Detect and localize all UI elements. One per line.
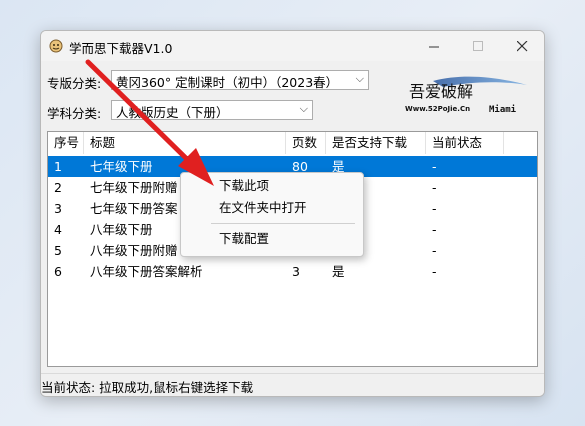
cell-pages: 3 [292,264,300,279]
status-bar: 当前状态: 拉取成功,鼠标右键选择下载 [41,373,544,396]
logo: 吾爱破解 Www.52PoJie.Cn Miami [405,76,527,115]
header-status[interactable]: 当前状态 [426,132,504,154]
app-icon [49,39,63,53]
chevron-down-icon: ⌵ [299,102,308,115]
header-downloadable[interactable]: 是否支持下载 [326,132,426,154]
subject-value: 人教版历史（下册） [116,105,229,120]
cell-status: - [432,264,437,279]
menu-item-open-folder[interactable]: 在文件夹中打开 [181,197,363,219]
menu-item-download-settings[interactable]: 下载配置 [181,228,363,250]
header-pages[interactable]: 页数 [286,132,326,154]
maximize-button[interactable] [456,31,500,61]
minimize-icon [428,46,439,47]
cell-index: 2 [54,180,62,195]
cell-index: 6 [54,264,62,279]
cell-status: - [432,222,437,237]
cell-status: - [432,201,437,216]
header-index[interactable]: 序号 [48,132,84,154]
cell-index: 5 [54,243,62,258]
menu-item-download[interactable]: 下载此项 [181,175,363,197]
edition-value: 黄冈360° 定制课时（初中）（2023春） [116,75,339,90]
list-header: 序号 标题 页数 是否支持下载 当前状态 [48,132,537,154]
edition-select[interactable]: 黄冈360° 定制课时（初中）（2023春） ⌵ [111,70,369,90]
maximize-icon [472,40,483,51]
cell-downloadable: 是 [332,264,345,279]
logo-extra-text: Miami [489,104,517,115]
minimize-button[interactable] [412,31,456,61]
subject-label: 学科分类: [47,106,102,121]
logo-main-text: 吾爱破解 [409,82,473,101]
menu-separator [211,223,355,224]
close-icon [516,40,527,51]
cell-title: 八年级下册答案解析 [90,264,203,279]
close-button[interactable] [500,31,544,61]
chevron-down-icon: ⌵ [355,72,364,85]
window-title: 学而思下载器V1.0 [69,41,173,56]
title-bar[interactable]: 学而思下载器V1.0 [41,31,544,61]
cell-status: - [432,159,437,174]
subject-select[interactable]: 人教版历史（下册） ⌵ [111,100,313,120]
cell-index: 1 [54,159,62,174]
logo-url-text: Www.52PoJie.Cn [405,105,470,113]
cell-status: - [432,180,437,195]
context-menu: 下载此项 在文件夹中打开 下载配置 [180,172,364,257]
cell-index: 3 [54,201,62,216]
edition-label: 专版分类: [47,76,102,91]
table-row[interactable]: 6 八年级下册答案解析 3 是 - [48,261,537,282]
cell-status: - [432,243,437,258]
cell-index: 4 [54,222,62,237]
status-text: 当前状态: 拉取成功,鼠标右键选择下载 [41,380,254,395]
header-title[interactable]: 标题 [84,132,286,154]
